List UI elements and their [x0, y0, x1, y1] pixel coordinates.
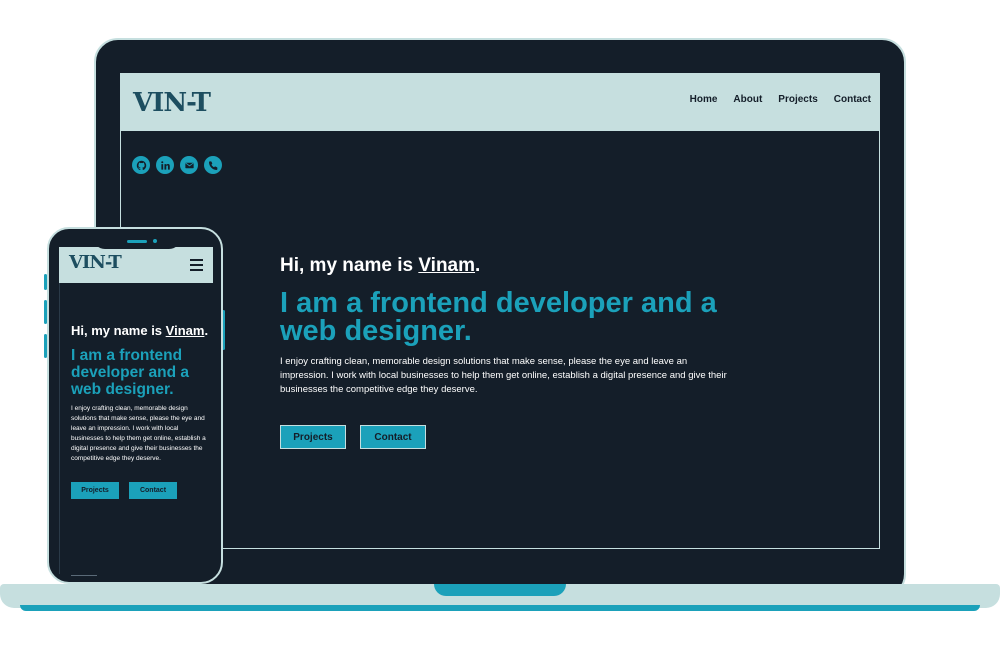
mobile-device: VIN-T Hi, my name is Vinam. I am a front… — [47, 227, 223, 584]
mobile-role-heading: I am a frontend developer and a web desi… — [71, 347, 190, 398]
nav-projects-link[interactable]: Projects — [778, 94, 817, 105]
mobile-logo[interactable]: VIN-T — [69, 252, 122, 273]
mobile-navbar: VIN-T — [59, 247, 213, 283]
mobile-hero-description: I enjoy crafting clean, memorable design… — [71, 405, 206, 462]
desktop-screen: VIN-T Home About Projects Contact Hi, my… — [120, 73, 880, 549]
phone-icon[interactable] — [204, 156, 222, 174]
mobile-name-link[interactable]: Vinam — [166, 323, 205, 338]
mobile-contact-button[interactable]: Contact — [129, 482, 177, 499]
github-icon[interactable] — [132, 156, 150, 174]
nav-about-link[interactable]: About — [733, 94, 762, 105]
mobile-projects-button[interactable]: Projects — [71, 482, 119, 499]
phone-home-indicator — [71, 575, 97, 576]
mail-icon[interactable] — [180, 156, 198, 174]
hamburger-icon[interactable] — [190, 259, 203, 274]
laptop-notch — [434, 584, 566, 596]
mobile-hero-buttons: Projects Contact — [71, 482, 209, 499]
social-links — [132, 156, 222, 174]
nav-home-link[interactable]: Home — [690, 94, 718, 105]
projects-button[interactable]: Projects — [280, 425, 346, 449]
greeting: Hi, my name is Vinam. — [280, 255, 481, 276]
hero-buttons: Projects Contact — [280, 425, 740, 449]
nav-contact-link[interactable]: Contact — [834, 94, 871, 105]
phone-camera — [153, 239, 157, 243]
contact-button[interactable]: Contact — [360, 425, 426, 449]
logo[interactable]: VIN-T — [133, 88, 211, 118]
role-heading: I am a frontend developer and a web desi… — [280, 287, 717, 347]
phone-speaker — [127, 240, 147, 243]
phone-notch — [93, 229, 181, 249]
linkedin-icon[interactable] — [156, 156, 174, 174]
name-link[interactable]: Vinam — [418, 255, 475, 276]
desktop-navbar: VIN-T Home About Projects Contact — [121, 74, 879, 131]
nav-links: Home About Projects Contact — [690, 94, 871, 105]
desktop-hero: Hi, my name is Vinam. I am a frontend de… — [280, 255, 740, 449]
hero-description: I enjoy crafting clean, memorable design… — [280, 356, 727, 395]
mobile-greeting: Hi, my name is Vinam. — [71, 323, 209, 338]
mobile-hero: Hi, my name is Vinam. I am a frontend de… — [71, 323, 209, 499]
laptop-base-accent — [20, 605, 980, 611]
